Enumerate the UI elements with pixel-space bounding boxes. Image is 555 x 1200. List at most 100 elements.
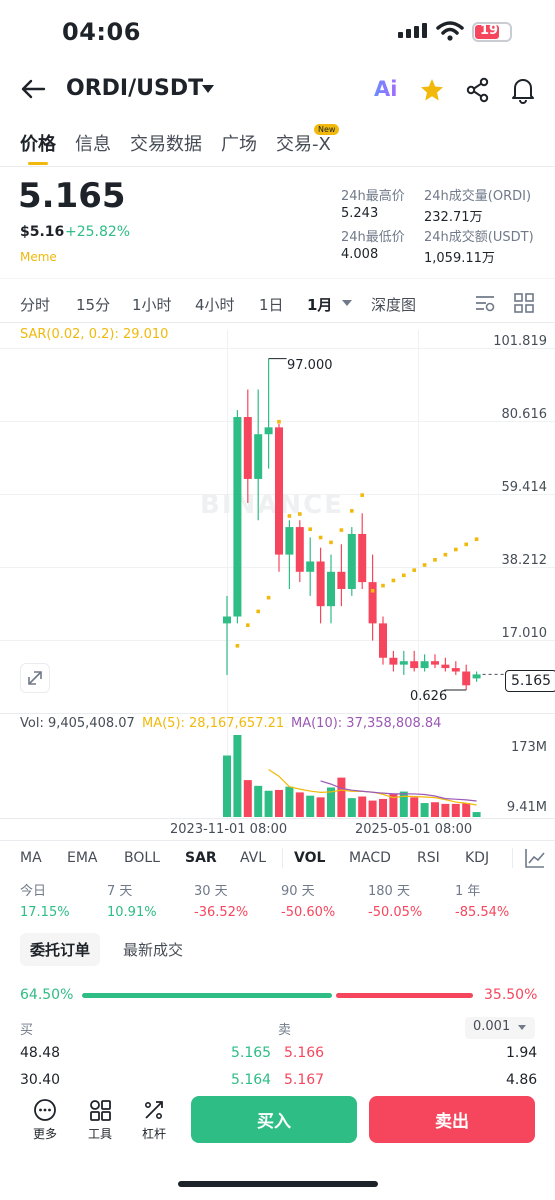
volume-bar [285, 786, 294, 817]
back-arrow-icon[interactable] [20, 78, 46, 100]
candle [420, 661, 429, 669]
caret-down-icon[interactable] [341, 299, 353, 307]
tab-info[interactable]: 信息 [75, 130, 111, 156]
candle [399, 661, 408, 665]
candle [441, 664, 450, 669]
sar-dot [402, 573, 406, 578]
tab-indicator [28, 162, 48, 165]
interval-15m[interactable]: 15分 [76, 294, 110, 315]
precision-select[interactable]: 0.001 [465, 1017, 535, 1039]
bid-qty: 48.48 [20, 1045, 61, 1061]
volume-chart [223, 735, 481, 817]
ask-price[interactable]: 5.166 [284, 1045, 324, 1061]
indicator-ema[interactable]: EMA [67, 850, 98, 866]
grid-layout-icon[interactable] [514, 293, 534, 313]
last-price: 5.165 [18, 176, 126, 216]
volume-bar [264, 790, 273, 817]
leverage-icon [144, 1101, 163, 1120]
volume-bar [358, 796, 367, 817]
depth-chart-tab[interactable]: 深度图 [371, 294, 416, 315]
interval-1h[interactable]: 1小时 [132, 294, 172, 315]
sar-dot [433, 558, 437, 562]
battery-icon: 19 [472, 22, 512, 42]
more-button[interactable]: 更多 [25, 1098, 65, 1142]
indicator-sar[interactable]: SAR [185, 850, 217, 866]
candle [410, 661, 419, 669]
bid-column-label: 买 [20, 1023, 34, 1038]
volume-bar [243, 780, 252, 817]
battery-level: 19 [479, 23, 499, 38]
star-icon[interactable] [419, 77, 445, 103]
leverage-button[interactable]: 杠杆 [134, 1098, 174, 1142]
candle [295, 527, 304, 572]
status-time: 04:06 [62, 18, 141, 46]
share-icon[interactable] [465, 77, 491, 103]
buy-button[interactable]: 买入 [191, 1096, 357, 1143]
ai-button[interactable]: Ai [374, 77, 397, 101]
sell-ratio-bar [336, 993, 473, 998]
sar-dot [298, 512, 302, 516]
candlestick-chart[interactable] [0, 330, 555, 715]
volume-bar [368, 800, 377, 817]
candle [254, 434, 263, 479]
candle [233, 417, 242, 617]
sar-dot [318, 535, 323, 540]
interval-1mo[interactable]: 1月 [307, 294, 332, 315]
perf-30d: 30 天 -36.52% [194, 884, 249, 920]
volume-bar [379, 798, 387, 817]
indicator-boll[interactable]: BOLL [124, 850, 160, 866]
volume-bar [275, 789, 283, 817]
indicator-kdj[interactable]: KDJ [465, 850, 489, 866]
tab-order-book[interactable]: 委托订单 [20, 933, 101, 966]
interval-1d[interactable]: 1日 [259, 294, 284, 315]
ask-column-label: 卖 [278, 1023, 292, 1038]
perf-90d: 90 天 -50.60% [281, 884, 336, 920]
interval-1m-line[interactable]: 分时 [20, 294, 50, 315]
current-price-tag: 5.165 [505, 670, 555, 692]
indicator-avl[interactable]: AVL [240, 850, 266, 866]
sar-dot [443, 552, 448, 557]
tab-recent-trades[interactable]: 最新成交 [123, 939, 183, 960]
indicator-vol[interactable]: VOL [294, 850, 325, 866]
category-tag[interactable]: Meme [20, 250, 57, 264]
volume-bar [441, 803, 450, 817]
candle [337, 571, 346, 589]
volume-bar [347, 798, 356, 817]
sar-dot [412, 568, 416, 572]
perf-180d: 180 天 -50.05% [368, 884, 423, 920]
candle [264, 427, 273, 435]
volume-bar [472, 812, 481, 817]
tab-price[interactable]: 价格 [20, 130, 56, 165]
caret-down-icon [518, 1025, 526, 1030]
fullscreen-button[interactable] [20, 663, 50, 693]
tools-button[interactable]: 工具 [80, 1098, 120, 1142]
indicator-settings-icon[interactable] [524, 847, 546, 869]
bid-price[interactable]: 5.165 [231, 1045, 271, 1061]
indicator-ma[interactable]: MA [20, 850, 42, 866]
volume-bar [223, 755, 231, 817]
candle [223, 616, 231, 624]
divider [0, 322, 555, 323]
interval-4h[interactable]: 4小时 [195, 294, 235, 315]
volume-bar [451, 803, 460, 817]
tab-trade-x[interactable]: 交易-X New [276, 124, 340, 156]
signal-icon [398, 23, 427, 38]
candle [368, 582, 377, 624]
caret-down-icon[interactable] [200, 84, 216, 94]
chart-settings-icon[interactable] [474, 293, 496, 313]
candle [431, 661, 439, 665]
sell-button[interactable]: 卖出 [369, 1096, 535, 1143]
more-icon [34, 1099, 56, 1121]
indicator-rsi[interactable]: RSI [417, 850, 440, 866]
tab-trade-data[interactable]: 交易数据 [130, 130, 202, 156]
sar-dot [422, 563, 427, 567]
ma5-legend: MA(5): 28,167,657.21 [142, 716, 285, 731]
ma10-legend: MA(10): 37,358,808.84 [291, 716, 442, 731]
tab-square[interactable]: 广场 [221, 130, 257, 156]
ask-qty: 1.94 [506, 1045, 538, 1061]
volume-legend: Vol: 9,405,408.07 [20, 716, 135, 731]
pair-title[interactable]: ORDI/USDT [66, 76, 203, 101]
bell-icon[interactable] [510, 76, 536, 104]
indicator-macd[interactable]: MACD [349, 850, 391, 866]
x-axis-label: 2025-05-01 08:00 [355, 822, 473, 837]
